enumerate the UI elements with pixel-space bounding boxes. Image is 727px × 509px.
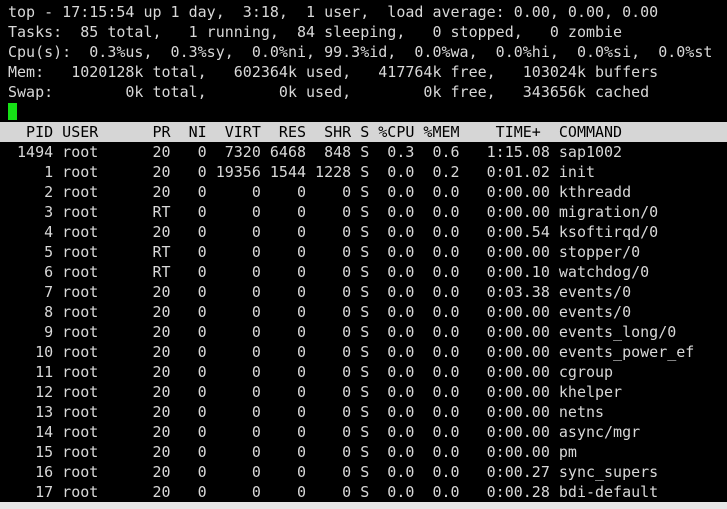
process-row[interactable]: 17 root 20 0 0 0 0 S 0.0 0.0 0:00.28 bdi… xyxy=(8,482,727,502)
process-row[interactable]: 5 root RT 0 0 0 0 S 0.0 0.0 0:00.00 stop… xyxy=(8,242,727,262)
process-table-body: 1494 root 20 0 7320 6468 848 S 0.3 0.6 1… xyxy=(8,142,727,509)
process-row[interactable]: 11 root 20 0 0 0 0 S 0.0 0.0 0:00.00 cgr… xyxy=(8,362,727,382)
process-row[interactable]: 2 root 20 0 0 0 0 S 0.0 0.0 0:00.00 kthr… xyxy=(8,182,727,202)
process-row[interactable]: 6 root RT 0 0 0 0 S 0.0 0.0 0:00.10 watc… xyxy=(8,262,727,282)
process-row[interactable]: 16 root 20 0 0 0 0 S 0.0 0.0 0:00.27 syn… xyxy=(8,462,727,482)
process-row[interactable]: 1 root 20 0 19356 1544 1228 S 0.0 0.2 0:… xyxy=(8,162,727,182)
process-row[interactable]: 3 root RT 0 0 0 0 S 0.0 0.0 0:00.00 migr… xyxy=(8,202,727,222)
process-row[interactable]: 8 root 20 0 0 0 0 S 0.0 0.0 0:00.00 even… xyxy=(8,302,727,322)
process-row[interactable]: 15 root 20 0 0 0 0 S 0.0 0.0 0:00.00 pm xyxy=(8,442,727,462)
tasks-line: Tasks: 85 total, 1 running, 84 sleeping,… xyxy=(8,23,623,41)
cpu-line: Cpu(s): 0.3%us, 0.3%sy, 0.0%ni, 99.3%id,… xyxy=(8,43,713,61)
swap-line: Swap: 0k total, 0k used, 0k free, 343656… xyxy=(8,83,650,101)
memory-line: Mem: 1020128k total, 602364k used, 41776… xyxy=(8,63,659,81)
top-summary-area: top - 17:15:54 up 1 day, 3:18, 1 user, l… xyxy=(8,2,727,102)
process-row[interactable]: 9 root 20 0 0 0 0 S 0.0 0.0 0:00.00 even… xyxy=(8,322,727,342)
process-table-header: PID USER PR NI VIRT RES SHR S %CPU %MEM … xyxy=(0,122,727,142)
text-cursor xyxy=(8,103,17,120)
uptime-line: top - 17:15:54 up 1 day, 3:18, 1 user, l… xyxy=(8,3,659,21)
process-row[interactable]: 7 root 20 0 0 0 0 S 0.0 0.0 0:03.38 even… xyxy=(8,282,727,302)
terminal-window[interactable]: top - 17:15:54 up 1 day, 3:18, 1 user, l… xyxy=(0,0,727,509)
process-row[interactable]: 1494 root 20 0 7320 6468 848 S 0.3 0.6 1… xyxy=(8,142,727,162)
process-row[interactable]: 4 root 20 0 0 0 0 S 0.0 0.0 0:00.54 ksof… xyxy=(8,222,727,242)
process-row[interactable]: 14 root 20 0 0 0 0 S 0.0 0.0 0:00.00 asy… xyxy=(8,422,727,442)
process-row[interactable]: 10 root 20 0 0 0 0 S 0.0 0.0 0:00.00 eve… xyxy=(8,342,727,362)
process-row[interactable]: 13 root 20 0 0 0 0 S 0.0 0.0 0:00.00 net… xyxy=(8,402,727,422)
bottom-status-strip xyxy=(0,502,727,509)
process-row[interactable]: 12 root 20 0 0 0 0 S 0.0 0.0 0:00.00 khe… xyxy=(8,382,727,402)
cursor-line xyxy=(8,102,727,122)
terminal-screen: top - 17:15:54 up 1 day, 3:18, 1 user, l… xyxy=(0,0,727,509)
